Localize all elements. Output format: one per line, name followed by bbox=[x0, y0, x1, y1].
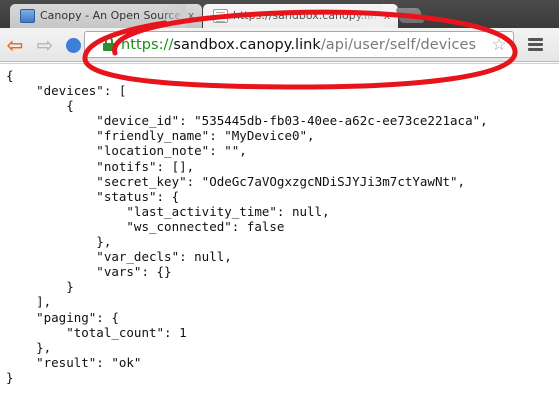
tab-canopy[interactable]: Canopy - An Open Source x bbox=[10, 4, 202, 28]
json-line: }, bbox=[6, 234, 112, 250]
json-line: { bbox=[6, 68, 14, 83]
json-line: "friendly_name": "MyDevice0", bbox=[6, 128, 315, 144]
tab-fade bbox=[354, 4, 382, 28]
json-line: } bbox=[6, 279, 74, 295]
canopy-favicon-icon bbox=[20, 9, 35, 23]
json-line: "status": { bbox=[6, 188, 180, 204]
tab-close-icon[interactable]: x bbox=[185, 4, 197, 28]
star-icon[interactable]: ☆ bbox=[489, 35, 509, 55]
json-line: { bbox=[6, 98, 74, 114]
tab-fade bbox=[158, 4, 186, 28]
json-line: "devices": [ bbox=[6, 83, 127, 99]
json-line: "ws_connected": false bbox=[6, 218, 285, 234]
browser-window: Canopy - An Open Source x https://sandbo… bbox=[0, 0, 559, 400]
json-line: "secret_key": "OdeGc7aVOgxzgcNDiSJYJi3m7… bbox=[6, 173, 466, 189]
json-line: "device_id": "535445db-fb03-40ee-a62c-ee… bbox=[6, 113, 488, 129]
json-line: } bbox=[6, 369, 14, 385]
json-line: "vars": {} bbox=[6, 264, 172, 280]
url-host: sandbox.canopy.link bbox=[173, 37, 321, 53]
tab-sandbox-devices[interactable]: https://sandbox.canopy.lin x bbox=[203, 4, 398, 28]
json-line: "var_decls": null, bbox=[6, 249, 232, 265]
page-favicon-icon bbox=[213, 9, 228, 23]
page-content: { "devices": [ { "device_id": "535445db-… bbox=[0, 63, 559, 400]
url-path: /api/user/self/devices bbox=[320, 37, 477, 53]
json-line: }, bbox=[6, 339, 52, 355]
reload-icon[interactable] bbox=[66, 38, 81, 53]
hamburger-menu-icon[interactable] bbox=[527, 37, 545, 53]
tab-strip: Canopy - An Open Source x https://sandbo… bbox=[0, 0, 559, 28]
json-line: "location_note": "", bbox=[6, 143, 247, 159]
json-line: "paging": { bbox=[6, 309, 119, 325]
json-response: { "devices": [ { "device_id": "535445db-… bbox=[6, 68, 488, 385]
url-scheme: https:// bbox=[121, 37, 174, 53]
lock-icon[interactable] bbox=[103, 37, 115, 51]
address-bar-url[interactable]: https://sandbox.canopy.link/api/user/sel… bbox=[121, 35, 476, 55]
json-line: ], bbox=[6, 294, 52, 310]
new-tab-button[interactable] bbox=[395, 8, 425, 23]
forward-arrow-icon[interactable]: ⇨ bbox=[32, 32, 58, 58]
back-arrow-icon[interactable]: ⇦ bbox=[2, 32, 28, 58]
browser-toolbar: ⇦ ⇨ https://sandbox.canopy.link/api/user… bbox=[0, 28, 559, 62]
json-line: "result": "ok" bbox=[6, 354, 142, 370]
json-line: "total_count": 1 bbox=[6, 324, 187, 340]
tab-close-icon[interactable]: x bbox=[381, 4, 393, 28]
json-line: "last_activity_time": null, bbox=[6, 203, 330, 219]
json-line: "notifs": [], bbox=[6, 158, 195, 174]
